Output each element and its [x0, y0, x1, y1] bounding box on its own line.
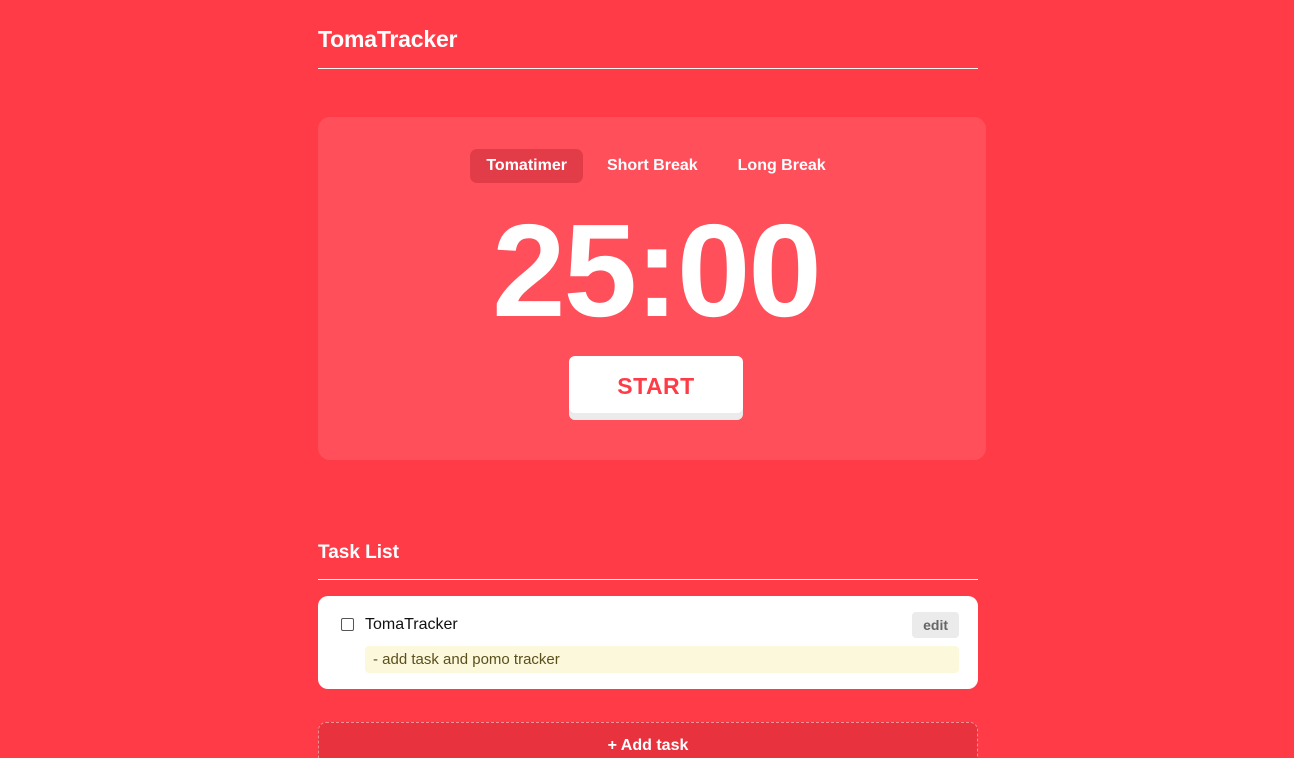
task-checkbox[interactable]: [341, 618, 354, 631]
task-item: TomaTracker edit - add task and pomo tra…: [318, 596, 978, 689]
app-page: TomaTracker Tomatimer Short Break Long B…: [0, 0, 1294, 758]
app-header: TomaTracker: [318, 25, 978, 53]
header-divider: [318, 68, 978, 69]
task-title: TomaTracker: [365, 616, 458, 633]
timer-mode-tabs: Tomatimer Short Break Long Break: [318, 149, 986, 183]
add-task-button[interactable]: + Add task: [318, 722, 978, 758]
edit-task-button[interactable]: edit: [912, 612, 959, 638]
tab-short-break[interactable]: Short Break: [591, 149, 714, 183]
tab-long-break[interactable]: Long Break: [722, 149, 842, 183]
task-note: - add task and pomo tracker: [365, 646, 959, 673]
start-button[interactable]: START: [569, 356, 743, 413]
task-list-divider: [318, 579, 978, 580]
timer-display: 25:00: [492, 197, 822, 344]
tab-tomatimer[interactable]: Tomatimer: [470, 149, 583, 183]
timer-card: Tomatimer Short Break Long Break 25:00 S…: [318, 117, 986, 460]
app-title: TomaTracker: [318, 26, 458, 52]
task-list-heading: Task List: [318, 542, 399, 563]
